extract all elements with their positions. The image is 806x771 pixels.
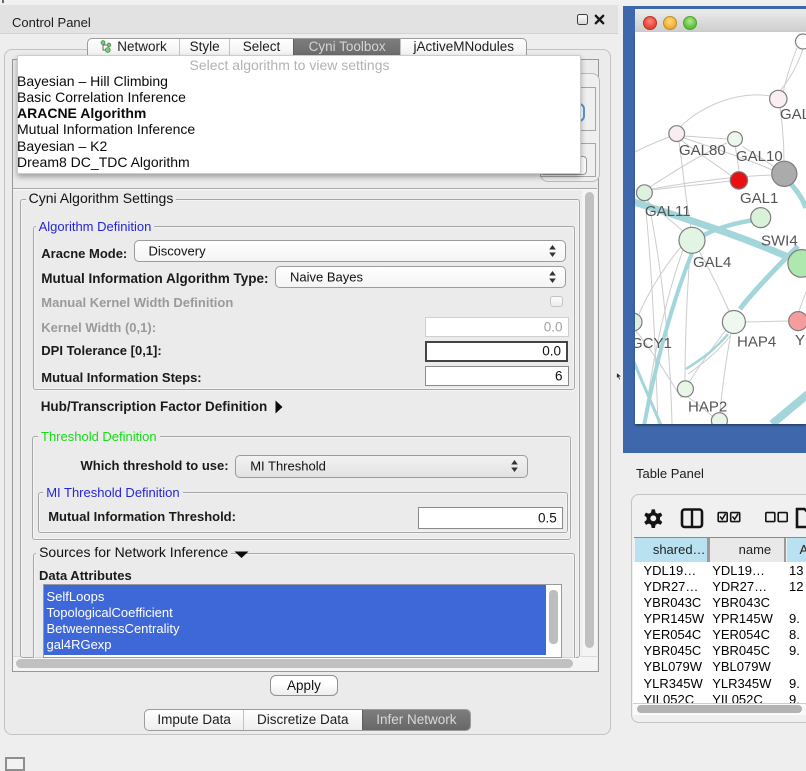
svg-text:HAP2: HAP2	[688, 399, 727, 416]
svg-text:GAL80: GAL80	[679, 142, 726, 159]
svg-text:SWI4: SWI4	[761, 233, 798, 250]
svg-text:Y: Y	[795, 332, 805, 349]
svg-text:GCY1: GCY1	[635, 335, 672, 352]
svg-text:GAL1: GAL1	[740, 190, 778, 207]
svg-text:GAL4: GAL4	[693, 254, 731, 271]
svg-text:GAL11: GAL11	[645, 203, 691, 220]
svg-text:HAP4: HAP4	[737, 334, 776, 351]
svg-text:GAL7: GAL7	[780, 106, 806, 123]
svg-text:GAL10: GAL10	[736, 148, 783, 165]
